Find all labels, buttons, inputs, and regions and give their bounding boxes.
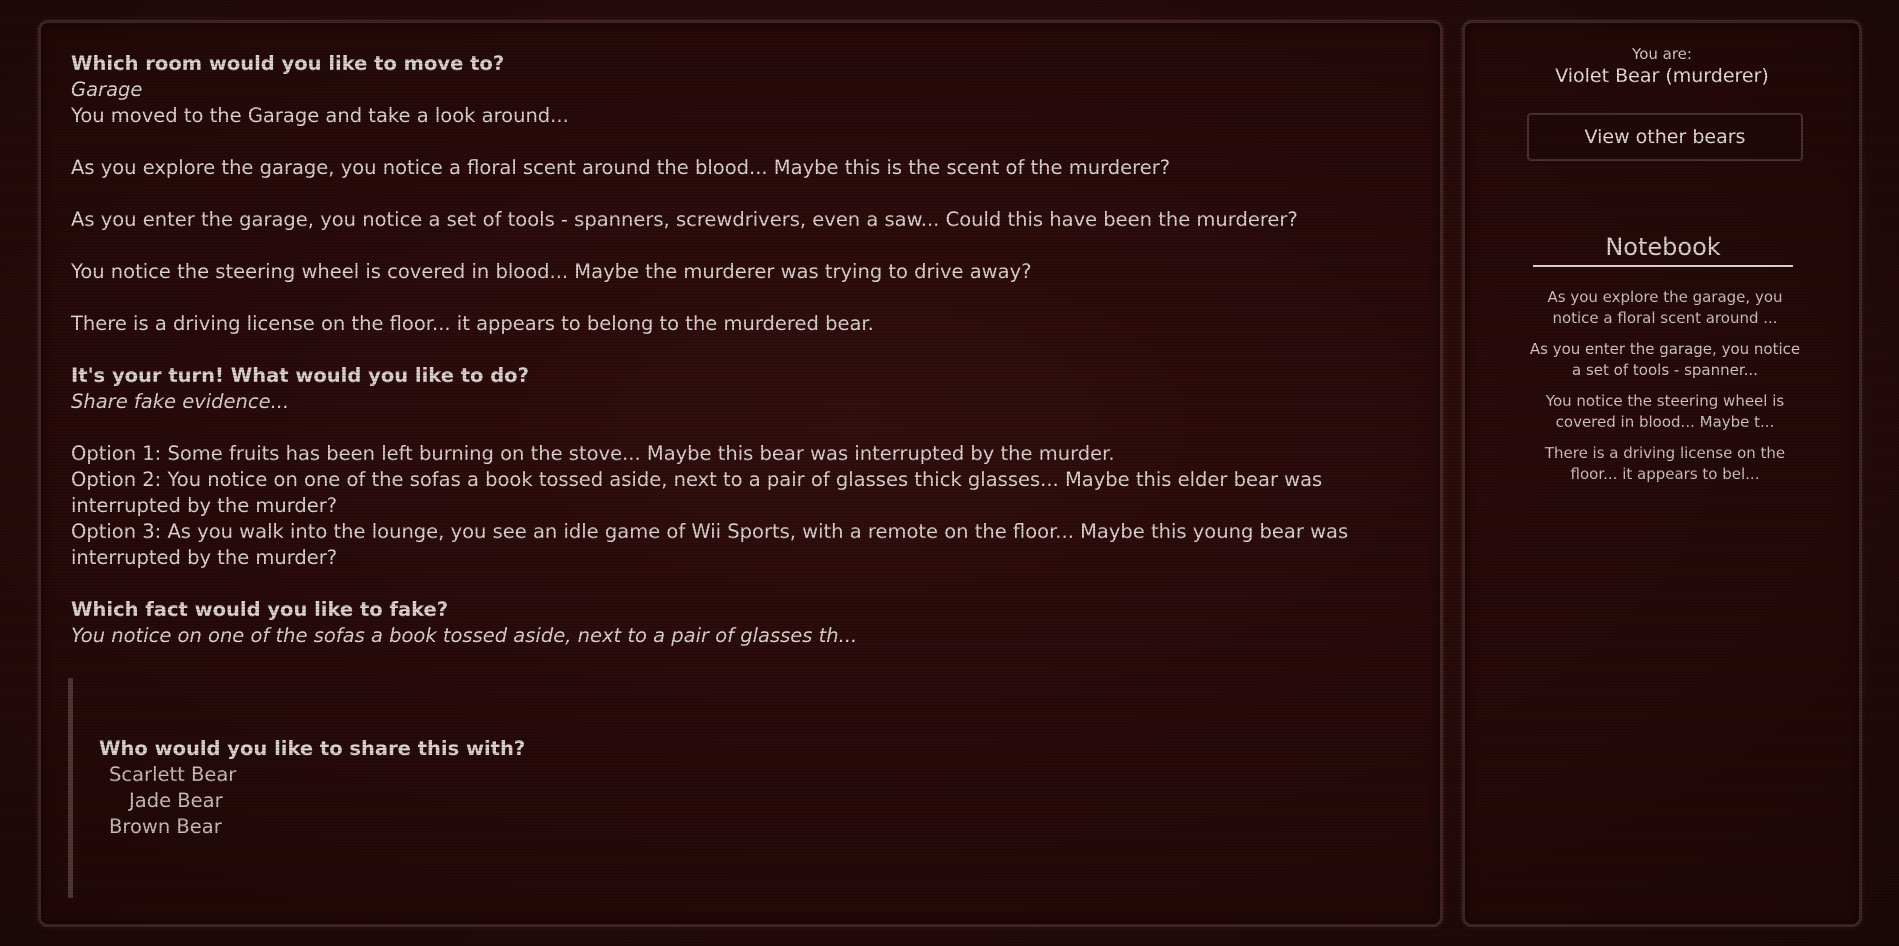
bear-option-brown[interactable]: Brown Bear	[99, 814, 568, 840]
clue-text: As you explore the garage, you notice a …	[71, 156, 1171, 179]
option-3: Option 3: As you walk into the lounge, y…	[71, 520, 1349, 543]
room-answer: Garage	[71, 78, 143, 101]
clue-text: There is a driving license on the floor.…	[71, 312, 874, 335]
you-are-label: You are:	[1632, 45, 1692, 63]
bear-option-jade[interactable]: Jade Bear	[99, 788, 568, 814]
fake-question: Which fact would you like to fake?	[71, 598, 449, 621]
notebook-entry[interactable]: As you explore the garage, you notice a …	[1525, 287, 1805, 329]
notebook-entry[interactable]: As you enter the garage, you notice a se…	[1525, 339, 1805, 381]
option-3-cont: interrupted by the murder?	[71, 546, 338, 569]
player-identity: Violet Bear (murderer)	[1555, 65, 1769, 87]
option-2: Option 2: You notice on one of the sofas…	[71, 468, 1323, 491]
option-2-cont: interrupted by the murder?	[71, 494, 338, 517]
turn-question: It's your turn! What would you like to d…	[71, 364, 529, 387]
sidebar-panel: You are: Violet Bear (murderer) View oth…	[1462, 20, 1862, 927]
clue-text: As you enter the garage, you notice a se…	[71, 208, 1298, 231]
fake-answer: You notice on one of the sofas a book to…	[71, 624, 858, 647]
turn-answer: Share fake evidence...	[71, 390, 290, 413]
room-question: Which room would you like to move to?	[71, 52, 505, 75]
notebook-entry[interactable]: There is a driving license on the floor.…	[1525, 443, 1805, 485]
notebook-entry[interactable]: You notice the steering wheel is covered…	[1525, 391, 1805, 433]
move-message: You moved to the Garage and take a look …	[71, 104, 569, 127]
share-prompt: Who would you like to share this with? S…	[68, 678, 568, 898]
view-other-bears-button[interactable]: View other bears	[1527, 113, 1803, 161]
clue-text: You notice the steering wheel is covered…	[71, 260, 1032, 283]
notebook-list: As you explore the garage, you notice a …	[1525, 287, 1805, 495]
notebook-title: Notebook	[1533, 233, 1793, 267]
bear-option-scarlett[interactable]: Scarlett Bear	[99, 762, 568, 788]
option-1: Option 1: Some fruits has been left burn…	[71, 442, 1115, 465]
share-question: Who would you like to share this with?	[99, 737, 526, 760]
